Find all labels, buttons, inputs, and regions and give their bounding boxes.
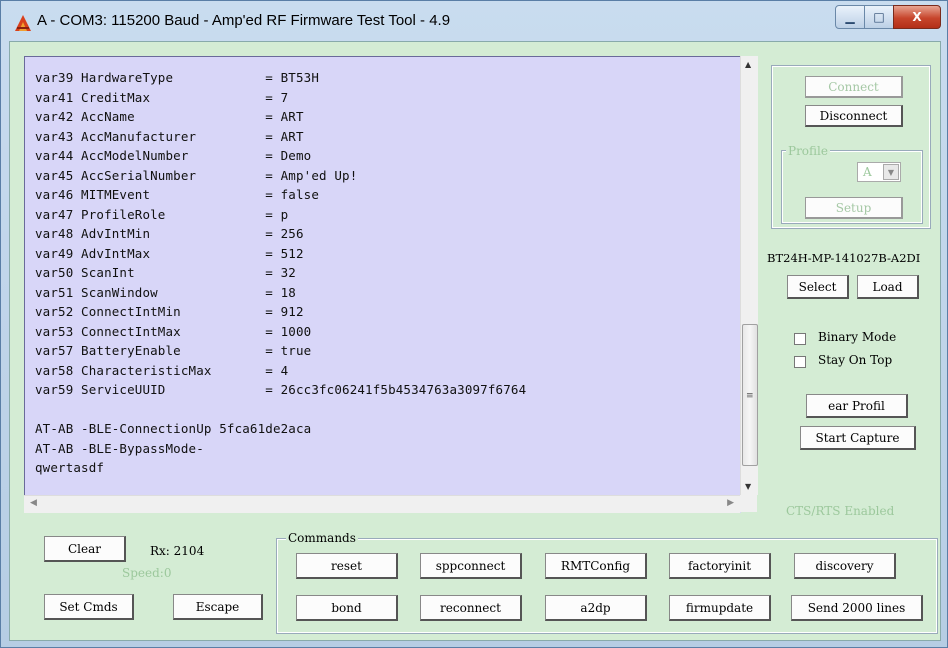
disconnect-button[interactable]: Disconnect (805, 105, 903, 127)
horizontal-scrollbar[interactable]: ◀ ▶ (24, 495, 740, 513)
scroll-corner (740, 495, 757, 512)
profile-select-value: A (863, 165, 872, 179)
factoryinit-button[interactable]: factoryinit (669, 553, 771, 579)
console-line: var57 BatteryEnable = true (35, 343, 312, 358)
grip-icon: ≡ (746, 391, 754, 401)
profile-group-label: Profile (786, 144, 830, 158)
stay-on-top-checkbox[interactable] (794, 356, 806, 368)
console-line: var41 CreditMax = 7 (35, 89, 289, 105)
sppconnect-button[interactable]: sppconnect (420, 553, 522, 579)
close-button[interactable]: X (893, 5, 941, 29)
console-line: var59 ServiceUUID = 26cc3fc06241f5b45347… (35, 382, 527, 397)
commands-group-label: Commands (286, 531, 358, 545)
scroll-down-icon[interactable]: ▼ (745, 482, 751, 491)
title-bar[interactable]: A - COM3: 115200 Baud - Amp'ed RF Firmwa… (1, 1, 947, 41)
minimize-button[interactable]: ▁ (835, 5, 865, 29)
start-capture-button[interactable]: Start Capture (800, 426, 916, 450)
console-line: qwertasdf (35, 460, 105, 475)
binary-mode-checkbox[interactable] (794, 333, 806, 345)
escape-button[interactable]: Escape (173, 594, 263, 620)
console-line: AT-AB -BLE-ConnectionUp 5fca61de2aca (35, 421, 312, 436)
reconnect-button[interactable]: reconnect (420, 595, 522, 621)
window-title: A - COM3: 115200 Baud - Amp'ed RF Firmwa… (37, 12, 451, 29)
console-line: var58 CharacteristicMax = 4 (35, 362, 289, 378)
clear-button[interactable]: Clear (44, 536, 126, 562)
window-controls: ▁ □ X (835, 5, 941, 29)
app-window: A - COM3: 115200 Baud - Amp'ed RF Firmwa… (0, 0, 948, 648)
a2dp-button[interactable]: a2dp (545, 595, 647, 621)
console-line: var48 AdvIntMin = 256 (35, 226, 304, 241)
console-line: var53 ConnectIntMax = 1000 (35, 323, 312, 339)
clear-profile-button[interactable]: ear Profil (806, 394, 908, 418)
console-line: var52 ConnectIntMin = 912 (35, 304, 304, 319)
console-line: var43 AccManufacturer = ART (35, 128, 304, 144)
console-line: var49 AdvIntMax = 512 (35, 245, 304, 261)
console-line: AT-AB -BLE-BypassMode- (35, 440, 204, 456)
client-area: var39 HardwareType = BT53H var41 CreditMa… (9, 41, 941, 641)
firmupdate-button[interactable]: firmupdate (669, 595, 771, 621)
console-line: var46 MITMEvent = false (35, 187, 319, 202)
scroll-thumb[interactable]: ≡ (742, 324, 758, 466)
scroll-up-icon[interactable]: ▲ (745, 60, 751, 69)
scroll-left-icon[interactable]: ◀ (30, 498, 37, 508)
console-text: var39 HardwareType = BT53H var41 CreditMa… (35, 68, 526, 478)
console-line: var50 ScanInt = 32 (35, 265, 296, 280)
set-cmds-button[interactable]: Set Cmds (44, 594, 134, 620)
load-button[interactable]: Load (857, 275, 919, 299)
console-line: var44 AccModelNumber = Demo (35, 148, 312, 163)
rx-count: Rx: 2104 (150, 544, 205, 558)
profile-select[interactable]: A ▼ (857, 162, 901, 182)
send-2000-lines-button[interactable]: Send 2000 lines (791, 595, 923, 621)
app-logo-icon (15, 15, 31, 31)
rmtconfig-button[interactable]: RMTConfig (545, 553, 647, 579)
console-line: var51 ScanWindow = 18 (35, 284, 296, 300)
discovery-button[interactable]: discovery (794, 553, 896, 579)
vertical-scrollbar[interactable]: ▲ ≡ ▼ (740, 56, 758, 495)
scroll-right-icon[interactable]: ▶ (727, 498, 734, 508)
bond-button[interactable]: bond (296, 595, 398, 621)
console-line: var39 HardwareType = BT53H (35, 70, 319, 85)
stay-on-top-label: Stay On Top (818, 353, 893, 367)
chevron-down-icon[interactable]: ▼ (883, 164, 899, 180)
connect-button[interactable]: Connect (805, 76, 903, 98)
maximize-button[interactable]: □ (865, 5, 893, 29)
speed-readout: Speed:0 (122, 566, 172, 580)
console-line: var45 AccSerialNumber = Amp'ed Up! (35, 167, 358, 183)
firmware-name: BT24H-MP-141027B-A2DI (767, 251, 921, 265)
console-line: var42 AccName = ART (35, 109, 304, 124)
select-button[interactable]: Select (787, 275, 849, 299)
reset-button[interactable]: reset (296, 553, 398, 579)
binary-mode-label: Binary Mode (818, 330, 897, 344)
console-output[interactable]: var39 HardwareType = BT53H var41 CreditMa… (24, 56, 741, 513)
setup-button[interactable]: Setup (805, 197, 903, 219)
console-line: var47 ProfileRole = p (35, 206, 289, 222)
cts-rts-status: CTS/RTS Enabled (786, 504, 895, 518)
